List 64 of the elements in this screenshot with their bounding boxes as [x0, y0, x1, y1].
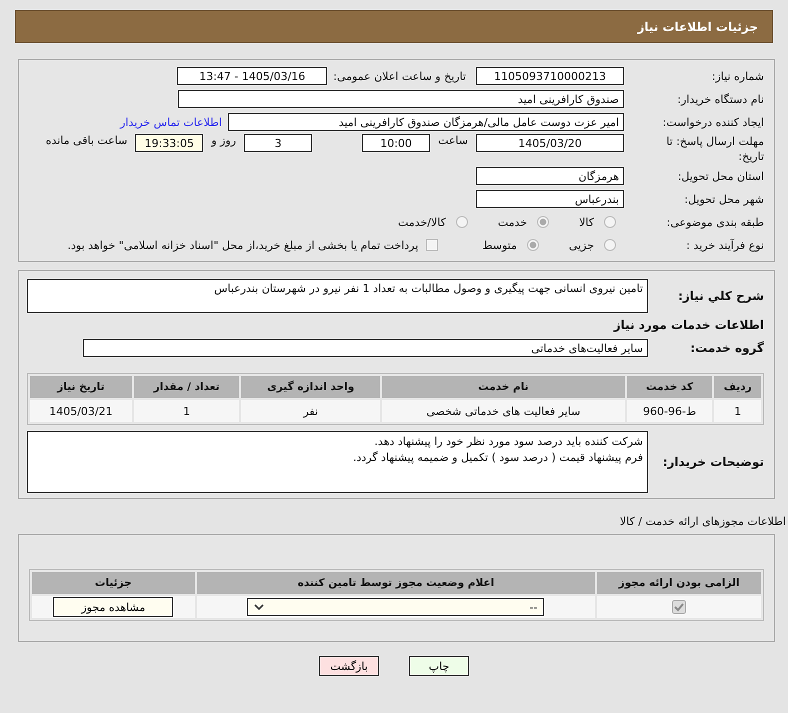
field-label: تاریخ و ساعت اعلان عمومی:	[333, 70, 466, 82]
table-cell: نفر	[241, 400, 380, 422]
field-label: نوع فرآیند خرید :	[685, 238, 764, 252]
radio-label: کالا/خدمت	[398, 216, 446, 228]
status-dropdown[interactable]: --	[247, 598, 544, 616]
radio-label: کالا	[579, 216, 594, 228]
city-field: بندرعباس	[476, 190, 624, 208]
deadline-date-field: 1405/03/20	[476, 134, 624, 152]
radio-button[interactable]	[537, 216, 550, 228]
field-label: ایجاد کننده درخواست:	[662, 116, 764, 128]
column-header: واحد اندازه گیری	[241, 376, 380, 398]
radio-label: متوسط	[482, 238, 517, 252]
view-permit-button[interactable]: مشاهده مجوز	[53, 597, 174, 617]
checkbox-label: پرداخت تمام یا بخشی از مبلغ خرید،از محل "اسناد خزانه اسلامی" خواهد بود.	[68, 238, 418, 252]
announce-date-field: 1405/03/16 - 13:47	[177, 67, 328, 85]
field-label: توضیحات خریدار:	[662, 455, 764, 469]
service-group-field: سایر فعالیت‌های خدماتی	[83, 339, 648, 357]
column-header: ردیف	[714, 376, 761, 398]
table-cell: ط-96-960	[626, 400, 712, 422]
column-header: تاریخ نیاز	[30, 376, 132, 398]
back-button[interactable]: بازگشت	[319, 656, 379, 676]
radio-label: جزیی	[568, 238, 594, 252]
radio-button[interactable]	[526, 239, 539, 251]
chevron-down-icon	[254, 604, 264, 610]
radio-button[interactable]	[604, 216, 616, 228]
table-cell: 1405/03/21	[30, 400, 132, 422]
column-header: نام خدمت	[382, 376, 625, 398]
column-header: جزئیات	[32, 572, 195, 594]
buyer-field: صندوق کارافرینی امید	[178, 90, 624, 108]
table-cell: 1	[714, 400, 761, 422]
column-header: الزامی بودن ارائه مجوز	[597, 572, 761, 594]
province-field: هرمزگان	[476, 167, 624, 185]
field-label: ساعت باقی مانده	[46, 134, 128, 147]
column-header: کد خدمت	[626, 376, 712, 398]
field-label: ساعت	[438, 134, 468, 147]
radio-label: خدمت	[498, 216, 528, 228]
creator-field: امیر عزت دوست عامل مالی/هرمزگان صندوق کارافرینی امید	[228, 113, 624, 131]
table-cell: 1	[134, 400, 240, 422]
table-cell: سایر فعالیت های خدماتی شخصی	[382, 400, 625, 422]
buyer-contact-link[interactable]: اطلاعات تماس خریدار	[120, 116, 222, 128]
field-label: شهر محل تحویل:	[683, 192, 764, 206]
summary-textarea: تامین نیروی انسانی جهت پیگیری و وصول مطالبات به تعداد 1 نفر نیرو در شهرستان بندرعباس	[27, 279, 648, 313]
section-title: اطلاعات مجوزهای ارائه خدمت / کالا	[618, 515, 787, 528]
deadline-time-field: 10:00	[362, 134, 430, 152]
field-label: مهلت ارسال پاسخ: تا تاریخ:	[665, 134, 764, 164]
field-label: روز و	[211, 134, 236, 147]
need-number-field: 1105093710000213	[476, 67, 624, 85]
checkbox[interactable]	[426, 239, 438, 251]
remaining-time-field: 19:33:05	[135, 134, 204, 152]
field-label: طبقه بندی موضوعی:	[666, 216, 764, 228]
field-label: شرح کلي نیاز:	[677, 289, 764, 303]
buyer-notes-textarea: شرکت کننده باید درصد سود مورد نظر خود را پیشنهاد دهد. فرم پیشنهاد قیمت ( درصد سود ) تکمیل و ضمیمه پیشنهاد گردد.	[27, 431, 648, 493]
days-field: 3	[244, 134, 312, 152]
page-title: جزئیات اطلاعات نیاز	[637, 20, 758, 34]
column-header: تعداد / مقدار	[134, 376, 240, 398]
radio-button[interactable]	[604, 239, 616, 251]
print-button[interactable]: چاپ	[409, 656, 469, 676]
field-label: شماره نیاز:	[710, 70, 764, 82]
field-label: گروه خدمت:	[689, 341, 764, 355]
column-header: اعلام وضعیت مجوز توسط تامین کننده	[196, 572, 596, 594]
field-label: استان محل تحویل:	[676, 170, 764, 182]
field-label: نام دستگاه خریدار:	[676, 92, 764, 106]
radio-button[interactable]	[456, 216, 468, 228]
section-title: اطلاعات خدمات مورد نیاز	[614, 318, 764, 332]
